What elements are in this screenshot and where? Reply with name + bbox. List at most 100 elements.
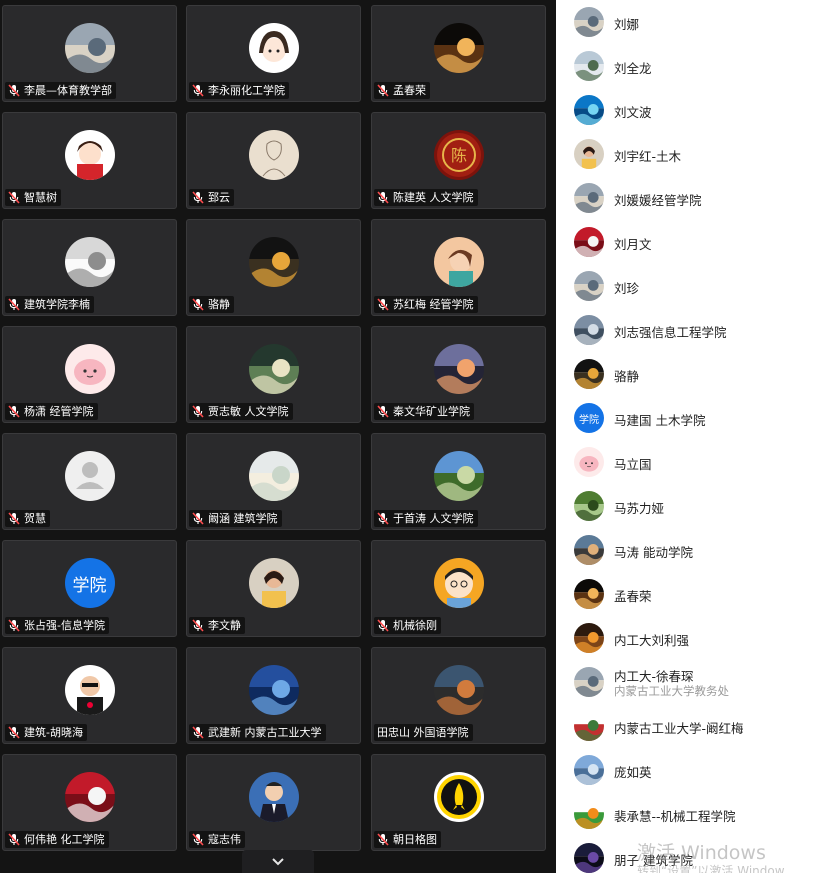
sea-photo-icon bbox=[574, 95, 604, 125]
video-tile[interactable]: 秦文华矿业学院 bbox=[371, 326, 546, 423]
mic-muted-icon[interactable] bbox=[192, 619, 204, 632]
video-tile[interactable]: 朝日格图 bbox=[371, 754, 546, 851]
participant-list-item[interactable]: 内蒙古工业大学-阚红梅 bbox=[556, 704, 815, 748]
svg-text:陈: 陈 bbox=[450, 146, 466, 165]
participant-list-item[interactable]: 刘娜 bbox=[556, 0, 815, 44]
mic-muted-icon[interactable] bbox=[377, 191, 389, 204]
mic-muted-icon[interactable] bbox=[192, 191, 204, 204]
participant-name: 苏红梅 经管学院 bbox=[393, 298, 474, 311]
mic-muted-icon[interactable] bbox=[8, 298, 20, 311]
participant-list-item[interactable]: 刘文波 bbox=[556, 88, 815, 132]
participant-list-name: 刘月文 bbox=[614, 237, 652, 252]
participant-name: 何伟艳 化工学院 bbox=[24, 833, 105, 846]
participant-list-name: 刘宇红-土木 bbox=[614, 149, 682, 164]
mic-muted-icon[interactable] bbox=[377, 298, 389, 311]
participant-nameplate: 张占强-信息学院 bbox=[5, 617, 109, 634]
video-tile[interactable]: 阚涵 建筑学院 bbox=[186, 433, 361, 530]
participant-nameplate: 贺慧 bbox=[5, 510, 50, 527]
mic-muted-icon[interactable] bbox=[192, 405, 204, 418]
video-tile[interactable]: 智慧树 bbox=[2, 112, 177, 209]
video-tile[interactable]: 贾志敏 人文学院 bbox=[186, 326, 361, 423]
participant-list-item[interactable]: 马涛 能动学院 bbox=[556, 528, 815, 572]
mic-muted-icon[interactable] bbox=[192, 726, 204, 739]
cartoon-man-icon bbox=[433, 558, 484, 608]
photo-icon bbox=[574, 271, 604, 301]
night-street-icon bbox=[248, 237, 299, 287]
video-tile[interactable]: 贺慧 bbox=[2, 433, 177, 530]
participant-list-name: 马建国 土木学院 bbox=[614, 413, 706, 428]
man-sunglasses-icon bbox=[64, 665, 115, 715]
mic-muted-icon[interactable] bbox=[192, 512, 204, 525]
participant-list-item[interactable]: 刘志强信息工程学院 bbox=[556, 308, 815, 352]
mic-muted-icon[interactable] bbox=[8, 726, 20, 739]
participant-name: 寇志伟 bbox=[208, 833, 241, 846]
mic-muted-icon[interactable] bbox=[8, 833, 20, 846]
grid-expand-button[interactable] bbox=[242, 850, 314, 873]
participant-list-item[interactable]: 庞如英 bbox=[556, 748, 815, 792]
video-tile[interactable]: 孟春荣 bbox=[371, 5, 546, 102]
video-tile[interactable]: 骆静 bbox=[186, 219, 361, 316]
video-tile[interactable]: 李文静 bbox=[186, 540, 361, 637]
participant-name: 阚涵 建筑学院 bbox=[208, 512, 278, 525]
video-tile[interactable]: 机械徐刚 bbox=[371, 540, 546, 637]
participant-nameplate: 朝日格图 bbox=[374, 831, 441, 848]
badge-text: 学院 bbox=[574, 403, 604, 433]
video-tile[interactable]: 学院 张占强-信息学院 bbox=[2, 540, 177, 637]
video-tile[interactable]: 陈陈建英 人文学院 bbox=[371, 112, 546, 209]
participant-list-item[interactable]: 刘珍 bbox=[556, 264, 815, 308]
mic-muted-icon[interactable] bbox=[8, 405, 20, 418]
sunset-photo-icon bbox=[574, 623, 604, 653]
participant-list-item[interactable]: 马立国 bbox=[556, 440, 815, 484]
participant-list-subtitle: 内蒙古工业大学教务处 bbox=[614, 684, 729, 698]
participant-name: 张占强-信息学院 bbox=[24, 619, 105, 632]
video-tile[interactable]: 田忠山 外国语学院 bbox=[371, 647, 546, 744]
video-tile[interactable]: 于首涛 人文学院 bbox=[371, 433, 546, 530]
video-tile[interactable]: 李永丽化工学院 bbox=[186, 5, 361, 102]
video-tile[interactable]: 何伟艳 化工学院 bbox=[2, 754, 177, 851]
video-tile[interactable]: 苏红梅 经管学院 bbox=[371, 219, 546, 316]
participant-name: 骆静 bbox=[208, 298, 230, 311]
mic-muted-icon[interactable] bbox=[377, 619, 389, 632]
participant-list-name: 内工大刘利强 bbox=[614, 633, 690, 648]
participant-list-item[interactable]: 刘月文 bbox=[556, 220, 815, 264]
video-tile[interactable]: 建筑学院李楠 bbox=[2, 219, 177, 316]
mic-muted-icon[interactable] bbox=[377, 833, 389, 846]
participant-nameplate: 李永丽化工学院 bbox=[189, 82, 289, 99]
dark-photo-icon bbox=[574, 843, 604, 873]
tree-photo-icon bbox=[574, 491, 604, 521]
participant-list-name: 刘志强信息工程学院 bbox=[614, 325, 727, 340]
participant-list-item[interactable]: 刘全龙 bbox=[556, 44, 815, 88]
participant-list-item[interactable]: 骆静 bbox=[556, 352, 815, 396]
participant-list-item[interactable]: 朋子 建筑学院 bbox=[556, 836, 815, 873]
mic-muted-icon[interactable] bbox=[8, 619, 20, 632]
mic-muted-icon[interactable] bbox=[8, 84, 20, 97]
mic-muted-icon[interactable] bbox=[377, 84, 389, 97]
mic-muted-icon[interactable] bbox=[192, 298, 204, 311]
video-tile[interactable]: 杨潇 经管学院 bbox=[2, 326, 177, 423]
mic-muted-icon[interactable] bbox=[192, 833, 204, 846]
participant-list-item[interactable]: 裴承慧--机械工程学院 bbox=[556, 792, 815, 836]
participant-list-item[interactable]: 马苏力娅 bbox=[556, 484, 815, 528]
mic-muted-icon[interactable] bbox=[8, 512, 20, 525]
participant-list-item[interactable]: 刘宇红-土木 bbox=[556, 132, 815, 176]
participant-list-name: 骆静 bbox=[614, 369, 640, 384]
participant-list-item[interactable]: 内工大刘利强 bbox=[556, 616, 815, 660]
participant-nameplate: 骆静 bbox=[189, 296, 234, 313]
participant-nameplate: 寇志伟 bbox=[189, 831, 245, 848]
participant-list-item[interactable]: 孟春荣 bbox=[556, 572, 815, 616]
participant-list-item[interactable]: 刘媛媛经管学院 bbox=[556, 176, 815, 220]
video-tile[interactable]: 李晨—体育教学部 bbox=[2, 5, 177, 102]
video-tile[interactable]: 武建新 内蒙古工业大学 bbox=[186, 647, 361, 744]
participant-list-item[interactable]: 学院 马建国 土木学院 bbox=[556, 396, 815, 440]
participant-name: 朝日格图 bbox=[393, 833, 437, 846]
video-tile[interactable]: 寇志伟 bbox=[186, 754, 361, 851]
participant-name: 田忠山 外国语学院 bbox=[377, 726, 469, 739]
mic-muted-icon[interactable] bbox=[192, 84, 204, 97]
video-tile[interactable]: 郅云 bbox=[186, 112, 361, 209]
video-tile[interactable]: 建筑-胡晓海 bbox=[2, 647, 177, 744]
rocket-logo-icon bbox=[433, 772, 484, 822]
mic-muted-icon[interactable] bbox=[8, 191, 20, 204]
participant-list-item[interactable]: 内工大-徐春琛 内蒙古工业大学教务处 bbox=[556, 660, 815, 704]
mic-muted-icon[interactable] bbox=[377, 405, 389, 418]
mic-muted-icon[interactable] bbox=[377, 512, 389, 525]
